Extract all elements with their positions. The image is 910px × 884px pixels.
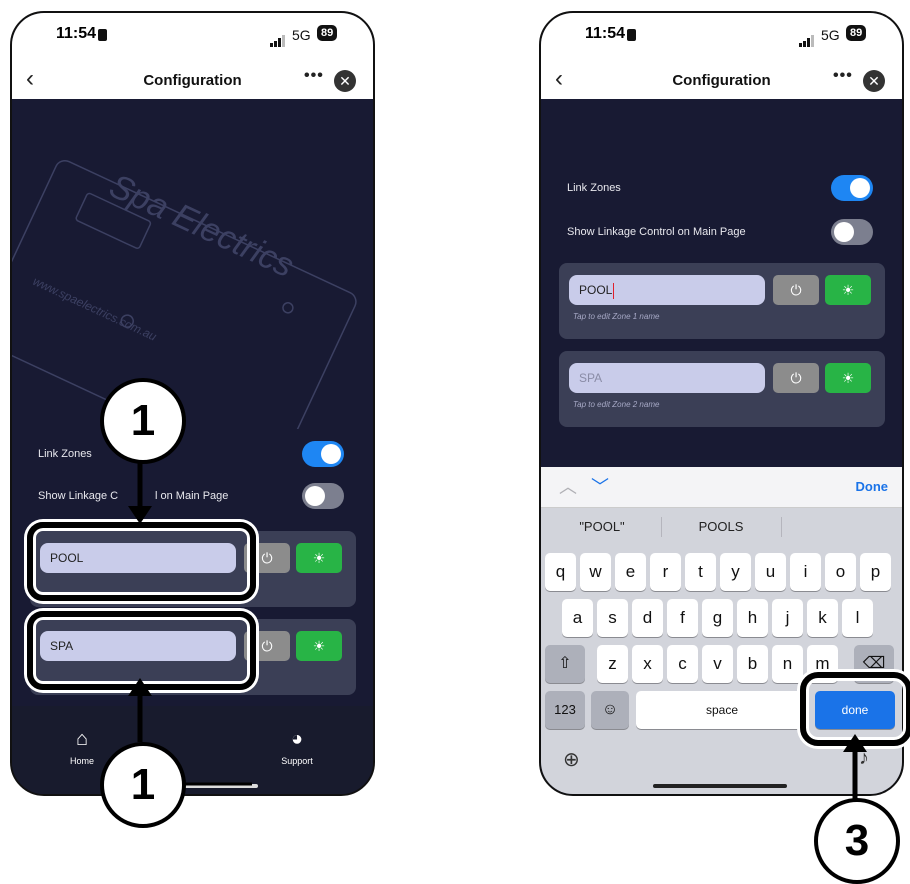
callout-1-top: 1 <box>100 378 186 464</box>
callout-1-bottom: 1 <box>100 742 186 828</box>
callout-3: 3 <box>814 798 900 884</box>
